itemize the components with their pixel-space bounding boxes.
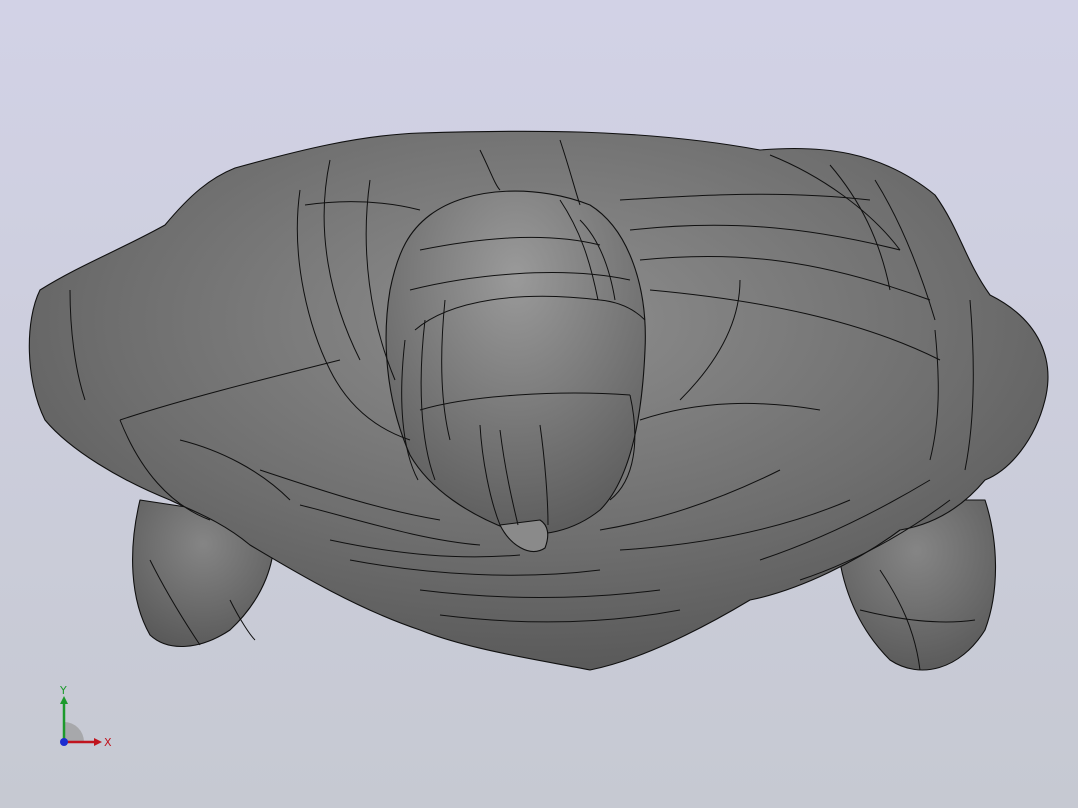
axis-triad: Y X <box>59 684 112 749</box>
z-axis-dot <box>60 738 68 746</box>
3d-viewport[interactable]: Y X <box>0 0 1078 808</box>
x-axis-label: X <box>104 736 112 749</box>
y-axis-arrow <box>60 696 68 704</box>
y-axis-label: Y <box>59 684 67 697</box>
human-figure-model <box>28 130 1049 671</box>
model-canvas[interactable] <box>0 0 1078 808</box>
x-axis-arrow <box>94 738 102 746</box>
triad-quarter-disc <box>64 722 84 742</box>
